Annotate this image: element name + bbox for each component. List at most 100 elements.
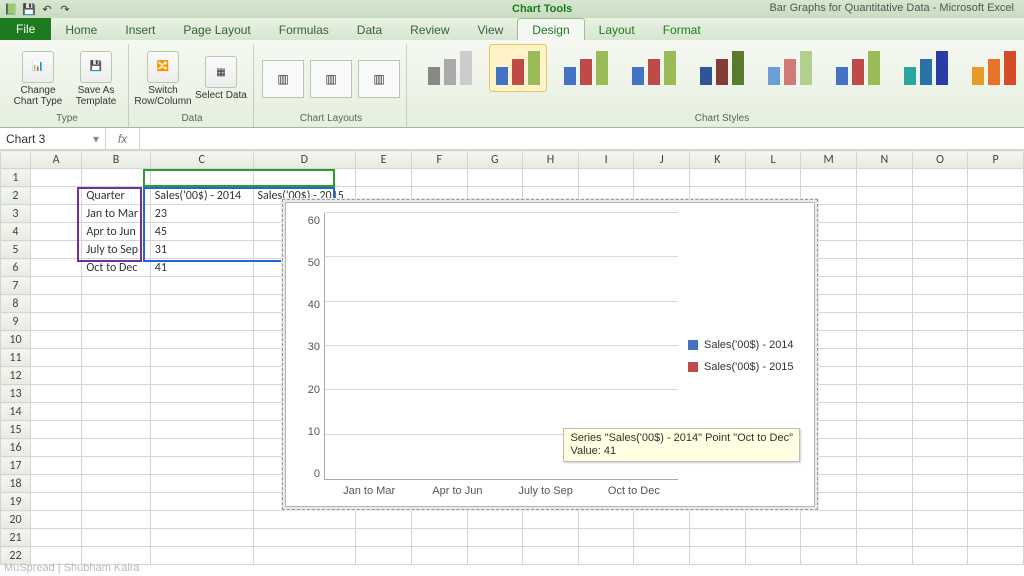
cell[interactable]: [253, 547, 356, 565]
chart-style-option[interactable]: [625, 44, 683, 92]
cell[interactable]: 23: [150, 205, 253, 223]
select-data-button[interactable]: ▦ Select Data: [195, 56, 247, 101]
cell[interactable]: [253, 529, 356, 547]
cell[interactable]: [150, 457, 253, 475]
cell[interactable]: [578, 511, 634, 529]
cell[interactable]: [857, 511, 913, 529]
cell[interactable]: [523, 511, 579, 529]
cell[interactable]: [30, 349, 81, 367]
column-header[interactable]: M: [801, 151, 857, 169]
cell[interactable]: [150, 313, 253, 331]
chart-style-option[interactable]: [489, 44, 547, 92]
cell[interactable]: [411, 511, 467, 529]
cell[interactable]: [968, 457, 1024, 475]
cell[interactable]: [857, 295, 913, 313]
cell[interactable]: [30, 277, 81, 295]
chart-layout-option[interactable]: ▥: [358, 60, 400, 98]
cell[interactable]: [30, 169, 81, 187]
change-chart-type-button[interactable]: 📊 Change Chart Type: [12, 51, 64, 107]
cell[interactable]: [82, 349, 150, 367]
cell[interactable]: [578, 547, 634, 565]
undo-icon[interactable]: ↶: [40, 2, 54, 16]
cell[interactable]: [912, 457, 968, 475]
row-header[interactable]: 4: [1, 223, 31, 241]
tab-page-layout[interactable]: Page Layout: [169, 19, 264, 40]
cell[interactable]: [968, 295, 1024, 313]
cell[interactable]: [82, 367, 150, 385]
cell[interactable]: [745, 511, 801, 529]
cell[interactable]: [912, 223, 968, 241]
chart-style-option[interactable]: [761, 44, 819, 92]
cell[interactable]: [745, 169, 801, 187]
cell[interactable]: [150, 349, 253, 367]
legend-item[interactable]: Sales('00$) - 2014: [688, 339, 806, 351]
embedded-chart[interactable]: 6050403020100 Jan to MarApr to JunJuly t…: [285, 202, 815, 507]
cell[interactable]: [857, 493, 913, 511]
cell[interactable]: [467, 529, 523, 547]
cell[interactable]: [857, 547, 913, 565]
cell[interactable]: [467, 547, 523, 565]
cell[interactable]: [857, 259, 913, 277]
tab-format[interactable]: Format: [649, 19, 715, 40]
cell[interactable]: [150, 421, 253, 439]
cell[interactable]: [150, 547, 253, 565]
cell[interactable]: [82, 457, 150, 475]
tab-file[interactable]: File: [0, 18, 51, 40]
column-header[interactable]: A: [30, 151, 81, 169]
cell[interactable]: [411, 529, 467, 547]
column-header[interactable]: C: [150, 151, 253, 169]
cell[interactable]: [523, 529, 579, 547]
column-header[interactable]: G: [467, 151, 523, 169]
save-icon[interactable]: 💾: [22, 2, 36, 16]
cell[interactable]: [857, 421, 913, 439]
row-header[interactable]: 1: [1, 169, 31, 187]
cell[interactable]: [82, 511, 150, 529]
column-header[interactable]: H: [523, 151, 579, 169]
cell[interactable]: [968, 529, 1024, 547]
cell[interactable]: [912, 547, 968, 565]
cell[interactable]: July to Sep: [82, 241, 150, 259]
cell[interactable]: [968, 313, 1024, 331]
cell[interactable]: [634, 547, 690, 565]
cell[interactable]: [30, 367, 81, 385]
tab-layout[interactable]: Layout: [585, 19, 649, 40]
cell[interactable]: [857, 241, 913, 259]
cell[interactable]: [82, 421, 150, 439]
cell[interactable]: [968, 511, 1024, 529]
cell[interactable]: [467, 169, 523, 187]
cell[interactable]: [82, 169, 150, 187]
column-header[interactable]: I: [578, 151, 634, 169]
cell[interactable]: [857, 439, 913, 457]
tab-home[interactable]: Home: [51, 19, 111, 40]
cell[interactable]: [912, 403, 968, 421]
tab-data[interactable]: Data: [343, 19, 396, 40]
cell[interactable]: [968, 385, 1024, 403]
cell[interactable]: [857, 349, 913, 367]
cell[interactable]: [968, 349, 1024, 367]
cell[interactable]: [82, 403, 150, 421]
cell[interactable]: [150, 511, 253, 529]
cell[interactable]: [356, 547, 412, 565]
cell[interactable]: [411, 169, 467, 187]
cell[interactable]: [968, 205, 1024, 223]
cell[interactable]: [30, 259, 81, 277]
cell[interactable]: [968, 421, 1024, 439]
tab-view[interactable]: View: [464, 19, 518, 40]
cell[interactable]: [912, 313, 968, 331]
cell[interactable]: [857, 403, 913, 421]
row-header[interactable]: 12: [1, 367, 31, 385]
cell[interactable]: [30, 241, 81, 259]
cell[interactable]: [912, 529, 968, 547]
cell[interactable]: [857, 187, 913, 205]
cell[interactable]: [912, 295, 968, 313]
cell[interactable]: [150, 295, 253, 313]
cell[interactable]: [968, 403, 1024, 421]
cell[interactable]: [968, 439, 1024, 457]
cell[interactable]: [30, 385, 81, 403]
cell[interactable]: [912, 277, 968, 295]
cell[interactable]: 41: [150, 259, 253, 277]
cell[interactable]: [690, 547, 746, 565]
cell[interactable]: Quarter: [82, 187, 150, 205]
row-header[interactable]: 8: [1, 295, 31, 313]
cell[interactable]: [30, 457, 81, 475]
